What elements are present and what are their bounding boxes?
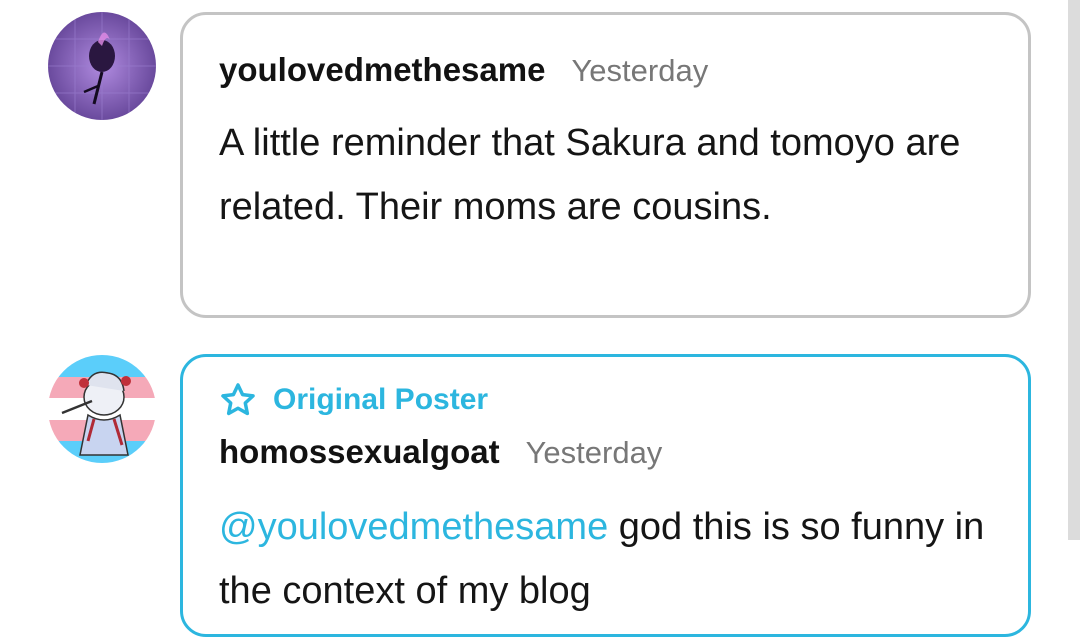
original-poster-badge: Original Poster xyxy=(219,381,488,419)
badge-label: Original Poster xyxy=(273,383,489,416)
star-outline-icon xyxy=(221,383,255,416)
comment-bubble: youlovedmethesame Yesterday A little rem… xyxy=(180,12,1031,318)
comment-meta: homossexualgoat Yesterday xyxy=(219,433,662,471)
comment-text: A little reminder that Sakura and tomoyo… xyxy=(219,122,961,228)
comment-meta: youlovedmethesame Yesterday xyxy=(219,51,708,89)
username[interactable]: youlovedmethesame xyxy=(219,51,545,89)
avatar[interactable] xyxy=(48,355,156,463)
op-comment-bubble: Original Poster homossexualgoat Yesterda… xyxy=(180,354,1031,637)
comment-text: @youlovedmethesame god this is so funny … xyxy=(219,495,992,623)
avatar[interactable] xyxy=(48,12,156,120)
purple-rose-avatar-image xyxy=(48,12,156,120)
timestamp: Yesterday xyxy=(571,53,709,88)
timestamp: Yesterday xyxy=(525,435,663,470)
scrollbar[interactable] xyxy=(1068,0,1080,540)
username[interactable]: homossexualgoat xyxy=(219,433,500,471)
mention-link[interactable]: @youlovedmethesame xyxy=(219,506,608,548)
trans-flag-character-avatar-image xyxy=(48,355,156,463)
comments-thread: youlovedmethesame Yesterday A little rem… xyxy=(0,0,1080,642)
